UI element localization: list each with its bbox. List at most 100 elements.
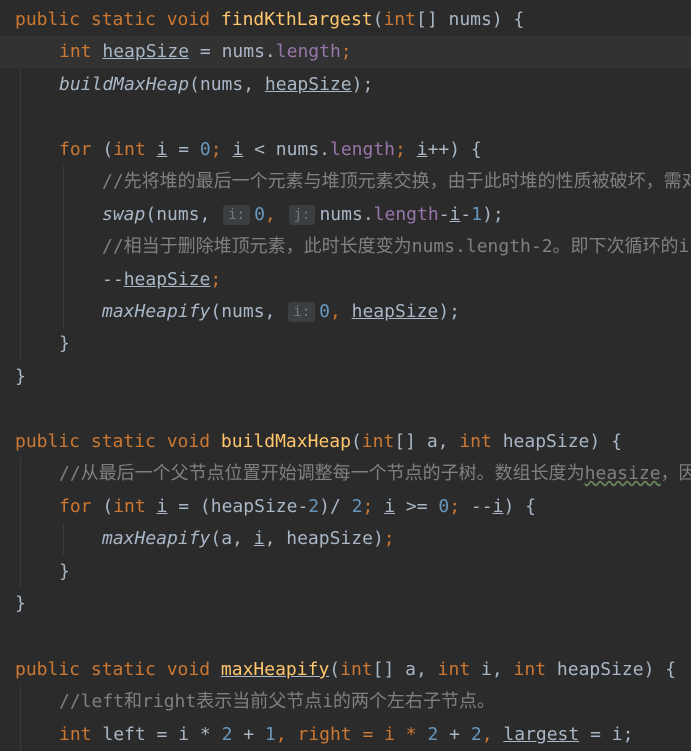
code-text: ); — [351, 74, 374, 95]
semicolon: ; — [362, 496, 374, 517]
code-line[interactable]: for (int i = (heapSize-2)/ 2; i >= 0; --… — [0, 491, 691, 523]
keyword: for — [59, 496, 92, 517]
keyword: int — [383, 9, 416, 30]
number: 0 — [199, 139, 211, 160]
code-text: [] nums) { — [415, 9, 525, 30]
keyword: int — [459, 431, 492, 452]
keyword: public static void — [15, 9, 221, 30]
code-line[interactable]: public static void findKthLargest(int[] … — [0, 4, 691, 36]
code-line[interactable]: maxHeapify(a, i, heapSize); — [0, 523, 691, 555]
number: 2 — [427, 724, 439, 745]
comment: //先将堆的最后一个元素与堆顶元素交换，由于此时堆的性质被破坏，需对 — [102, 171, 691, 192]
number: 2 — [308, 496, 320, 517]
method-name: maxHeapify — [220, 659, 330, 680]
semicolon: ; — [383, 528, 395, 549]
variable: i — [416, 139, 428, 160]
variable: i — [156, 496, 168, 517]
code-line[interactable]: int left = i * 2 + 1, right = i * 2 + 2,… — [0, 719, 691, 751]
number: 0 — [319, 301, 330, 322]
keyword: int — [361, 431, 395, 452]
code-line[interactable]: --heapSize; — [0, 264, 691, 296]
code-text: = (heapSize- — [167, 496, 309, 517]
code-line[interactable]: buildMaxHeap(nums, heapSize); — [0, 69, 691, 101]
code-line[interactable]: //从最后一个父节点位置开始调整每一个节点的子树。数组长度为heasize，因 — [0, 458, 691, 490]
semicolon: ; — [395, 139, 406, 160]
field: length — [330, 139, 396, 160]
code-line[interactable]: } — [0, 588, 691, 620]
code-text: (nums, — [210, 301, 287, 322]
method-call: maxHeapify — [102, 301, 211, 322]
method-name: buildMaxHeap — [220, 431, 351, 452]
variable: i — [449, 204, 461, 225]
code-text: ( — [329, 659, 341, 680]
code-line[interactable]: } — [0, 328, 691, 360]
comment: //left和right表示当前父节点i的两个左右子节点。 — [59, 691, 496, 712]
parameter-hint: i: — [288, 302, 316, 322]
method-call: buildMaxHeap — [59, 74, 190, 95]
closing-brace: } — [15, 366, 26, 387]
variable: heapSize — [264, 74, 352, 95]
code-text: ++) { — [427, 139, 482, 160]
comma: , — [329, 301, 352, 322]
code-text: (nums, — [189, 74, 265, 95]
variable: i — [232, 139, 244, 160]
keyword: public static void — [15, 659, 221, 680]
code-text: ); — [438, 301, 461, 322]
code-text: i, — [470, 659, 514, 680]
code-line[interactable]: //相当于删除堆顶元素，此时长度变为nums.length-2。即下次循环的i — [0, 231, 691, 263]
code-line[interactable]: swap(nums, i: 0, j: nums.length-i-1); — [0, 199, 691, 231]
code-line[interactable]: maxHeapify(nums, i: 0, heapSize); — [0, 296, 691, 328]
method-name: findKthLargest — [220, 9, 373, 30]
code-text: (nums, — [145, 204, 222, 225]
semicolon: ; — [210, 269, 222, 290]
code-text: )/ — [319, 496, 352, 517]
code-line-current[interactable]: int heapSize = nums.length; — [0, 36, 691, 68]
code-line[interactable]: } — [0, 361, 691, 393]
code-text: heapSize) { — [546, 659, 677, 680]
code-text: ); — [482, 204, 504, 225]
code-text: left = i * — [91, 724, 222, 745]
method-call: swap — [102, 204, 146, 225]
variable: heapSize — [351, 301, 439, 322]
number: 0 — [438, 496, 450, 517]
variable: largest — [503, 724, 580, 745]
code-line[interactable]: //left和right表示当前父节点i的两个左右子节点。 — [0, 686, 691, 718]
comma: , — [264, 204, 287, 225]
parameter-hint: i: — [223, 205, 251, 225]
comment: ，因 — [660, 463, 691, 484]
number: 1 — [471, 204, 483, 225]
method-call: maxHeapify — [102, 528, 211, 549]
number: 2 — [351, 496, 363, 517]
comment-typo: heasize — [584, 463, 661, 484]
code-text: [] a, — [372, 659, 438, 680]
variable: heapSize — [102, 41, 190, 62]
code-editor[interactable]: public static void findKthLargest(int[] … — [0, 0, 691, 750]
code-line[interactable]: for (int i = 0; i < nums.length; i++) { — [0, 134, 691, 166]
semicolon: ; — [449, 496, 461, 517]
variable: heapSize — [123, 269, 211, 290]
field: length — [275, 41, 341, 62]
closing-brace: } — [15, 593, 26, 614]
code-line[interactable]: public static void maxHeapify(int[] a, i… — [0, 654, 691, 686]
keyword: public static void — [15, 431, 221, 452]
number: 1 — [264, 724, 276, 745]
code-text: < nums. — [243, 139, 330, 160]
code-text: = — [167, 139, 200, 160]
code-text: nums. — [319, 204, 374, 225]
variable: i — [156, 139, 168, 160]
parameter-hint: j: — [288, 205, 316, 225]
code-text: ) { — [503, 496, 536, 517]
closing-brace: } — [59, 561, 70, 582]
code-line[interactable]: } — [0, 556, 691, 588]
number: 2 — [470, 724, 482, 745]
keyword: int — [340, 659, 373, 680]
code-text: = nums. — [189, 41, 276, 62]
keyword: int — [437, 659, 471, 680]
code-line[interactable]: //先将堆的最后一个元素与堆顶元素交换，由于此时堆的性质被破坏，需对 — [0, 166, 691, 198]
comment: //相当于删除堆顶元素，此时长度变为nums.length-2。即下次循环的i — [102, 236, 690, 257]
code-text: , heapSize) — [264, 528, 384, 549]
code-line[interactable]: public static void buildMaxHeap(int[] a,… — [0, 426, 691, 458]
variable: i — [384, 496, 396, 517]
